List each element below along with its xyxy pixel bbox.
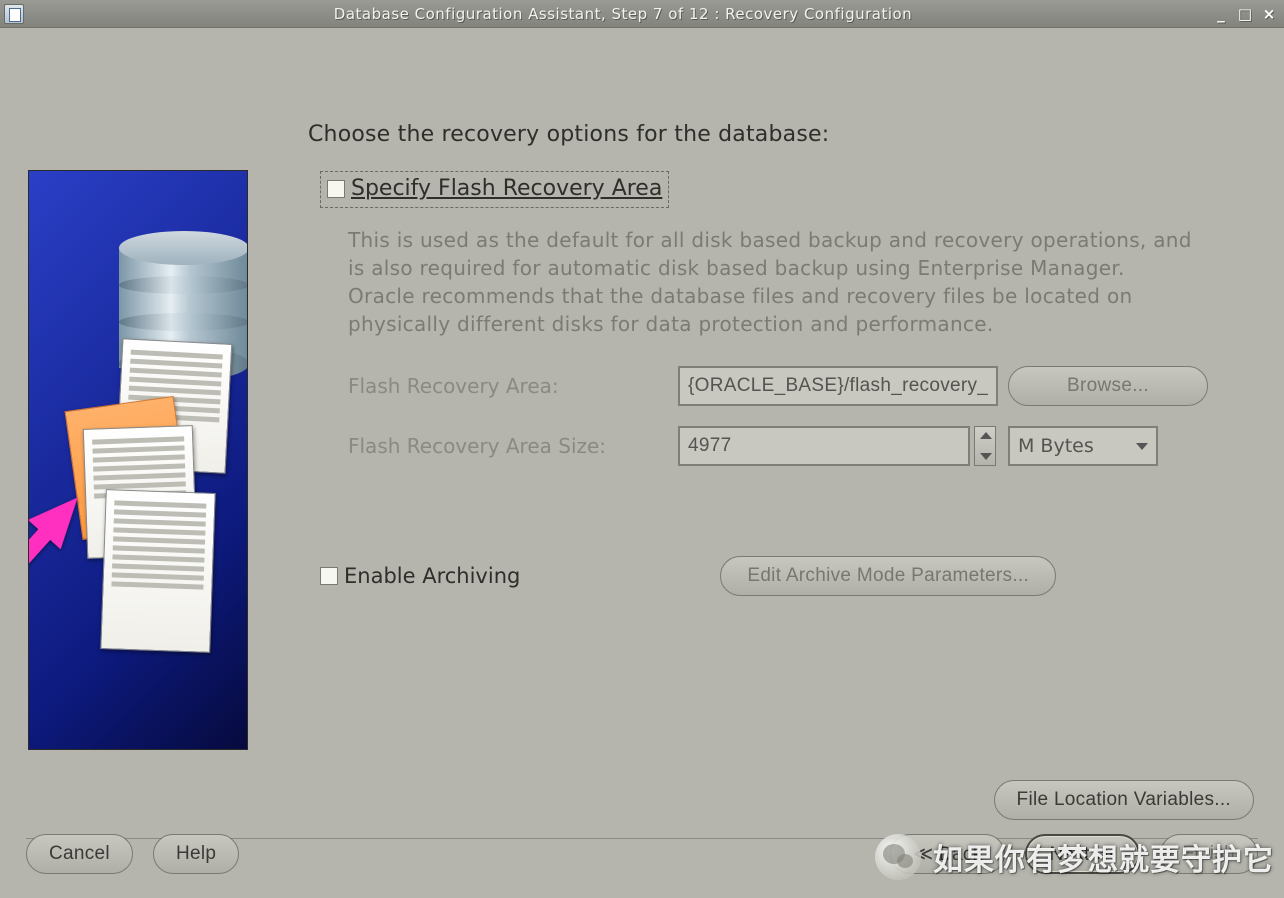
specify-fra-description: This is used as the default for all disk… <box>348 226 1198 338</box>
fra-size-unit-value: M Bytes <box>1018 435 1094 457</box>
wizard-illustration <box>28 170 248 750</box>
fra-path-input[interactable] <box>678 366 998 406</box>
wizard-nav-bar: Cancel Help ≪ Back Next ≫ Finish <box>26 834 1258 874</box>
enable-archiving-option[interactable]: Enable Archiving <box>320 564 520 588</box>
specify-fra-option[interactable]: Specify Flash Recovery Area <box>320 171 669 208</box>
cancel-button[interactable]: Cancel <box>26 834 133 874</box>
file-location-variables-button[interactable]: File Location Variables... <box>994 780 1254 820</box>
document-icon <box>100 489 216 653</box>
fra-size-input[interactable] <box>678 426 970 466</box>
finish-button[interactable]: Finish <box>1160 834 1258 874</box>
browse-button[interactable]: Browse... <box>1008 366 1208 406</box>
edit-archive-params-button[interactable]: Edit Archive Mode Parameters... <box>720 556 1056 596</box>
fra-size-spinner[interactable] <box>974 426 996 466</box>
next-button[interactable]: Next ≫ <box>1025 834 1139 874</box>
maximize-button[interactable]: □ <box>1236 6 1254 22</box>
enable-archiving-checkbox[interactable] <box>320 567 338 585</box>
app-icon <box>4 4 24 24</box>
client-area: Choose the recovery options for the data… <box>0 28 1284 898</box>
fra-path-label: Flash Recovery Area: <box>348 374 678 398</box>
specify-fra-checkbox[interactable] <box>327 180 345 198</box>
window-title: Database Configuration Assistant, Step 7… <box>34 5 1212 23</box>
back-button[interactable]: ≪ Back <box>890 834 1005 874</box>
enable-archiving-label: Enable Archiving <box>344 564 520 588</box>
help-button[interactable]: Help <box>153 834 239 874</box>
specify-fra-label: Specify Flash Recovery Area <box>351 176 662 201</box>
window-titlebar: Database Configuration Assistant, Step 7… <box>0 0 1284 28</box>
chevron-down-icon <box>1136 443 1148 450</box>
fra-size-label: Flash Recovery Area Size: <box>348 434 678 458</box>
fra-size-unit-select[interactable]: M Bytes <box>1008 426 1158 466</box>
minimize-button[interactable]: _ <box>1212 6 1230 22</box>
page-heading: Choose the recovery options for the data… <box>308 122 1234 147</box>
close-button[interactable]: × <box>1260 6 1278 22</box>
